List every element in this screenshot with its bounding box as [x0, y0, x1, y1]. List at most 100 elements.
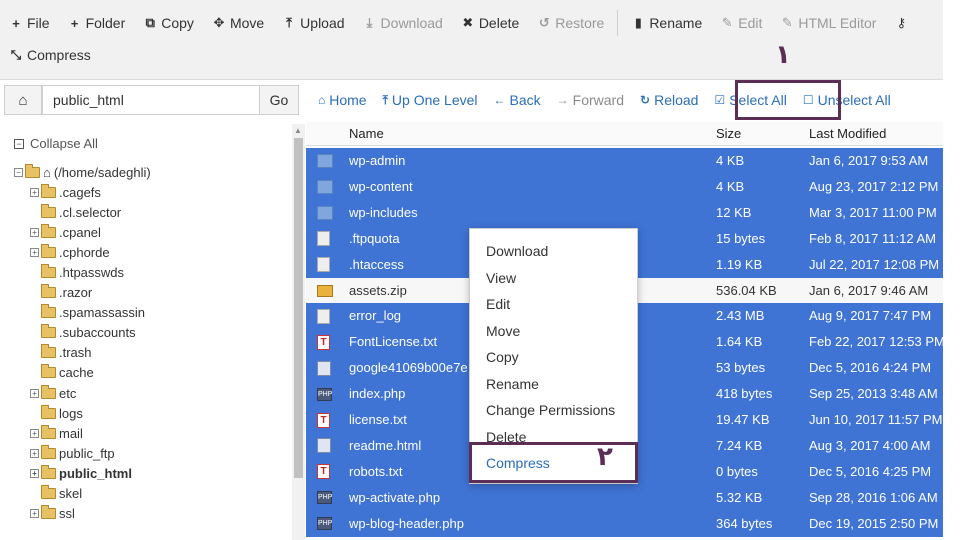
tree-item-etc[interactable]: + etc: [30, 383, 76, 403]
back-link[interactable]: ← Back: [486, 80, 549, 120]
home-directory-button[interactable]: ⌂: [4, 85, 42, 115]
file-button[interactable]: + File: [0, 8, 59, 38]
file-size: 1.64 KB: [716, 334, 763, 350]
file-icon-cell: [317, 303, 337, 329]
file-last-modified: Feb 8, 2017 11:12 AM: [809, 230, 936, 246]
table-row[interactable]: wp-admin 4 KB Jan 6, 2017 9:53 AM: [306, 148, 943, 174]
tree-item-cpanel[interactable]: + .cpanel: [30, 222, 101, 242]
context-menu-move[interactable]: Move: [486, 318, 520, 344]
html-editor-button[interactable]: ✎ HTML Editor: [771, 8, 885, 38]
context-menu-rename[interactable]: Rename: [486, 371, 539, 397]
file-last-modified: Aug 3, 2017 4:00 AM: [809, 437, 931, 453]
table-row[interactable]: wp-content 4 KB Aug 23, 2017 2:12 PM: [306, 173, 943, 200]
file-size: 53 bytes: [716, 360, 766, 376]
search-button[interactable]: ⚷: [885, 8, 921, 38]
php-file-icon: PHP: [317, 491, 332, 505]
context-menu-download[interactable]: Download: [486, 238, 548, 264]
move-button[interactable]: ✥ Move: [203, 8, 273, 38]
tree-item-cl-selector[interactable]: .cl.selector: [30, 202, 121, 222]
tree-item-label: .cagefs: [59, 184, 101, 200]
tree-item-spamassassin[interactable]: .spamassassin: [30, 303, 145, 323]
go-button[interactable]: Go: [259, 85, 299, 115]
folder-icon: [41, 284, 56, 298]
copy-button[interactable]: ⧉ Copy: [134, 8, 203, 38]
restore-button[interactable]: ↺ Restore: [528, 8, 613, 38]
column-header-size[interactable]: Size: [716, 122, 741, 146]
expand-toggle-icon[interactable]: +: [30, 428, 39, 438]
table-row[interactable]: PHP wp-blog-header.php 364 bytes Dec 19, 20…: [306, 510, 943, 537]
scroll-thumb[interactable]: [294, 138, 303, 478]
collapse-toggle-icon[interactable]: −: [14, 167, 23, 177]
folder-icon: [41, 424, 56, 439]
compress-button[interactable]: ⤡ Compress: [0, 40, 100, 70]
rename-button[interactable]: ▮ Rename: [622, 8, 711, 38]
expand-toggle-icon[interactable]: +: [30, 187, 39, 197]
context-menu-edit[interactable]: Edit: [486, 291, 510, 317]
file-last-modified: Dec 5, 2016 4:24 PM: [809, 360, 932, 376]
tree-item-label: .cl.selector: [59, 204, 122, 220]
home-link[interactable]: ⌂ Home: [310, 80, 375, 120]
expand-toggle-icon[interactable]: +: [30, 388, 39, 398]
file-icon-cell: [317, 174, 337, 200]
tree-item-razor[interactable]: .razor: [30, 283, 92, 303]
context-menu-copy[interactable]: Copy: [486, 344, 519, 370]
tree-item-ssl[interactable]: + ssl: [30, 504, 75, 524]
file-last-modified: Mar 3, 2017 11:00 PM: [809, 204, 937, 220]
context-menu-change-permissions[interactable]: Change Permissions: [486, 397, 615, 423]
tree-item-public-ftp[interactable]: + public_ftp: [30, 443, 115, 463]
expand-toggle-icon[interactable]: +: [30, 227, 39, 237]
scroll-up-icon[interactable]: ▲: [294, 126, 302, 135]
table-row[interactable]: wp-includes 12 KB Mar 3, 2017 11:00 PM: [306, 199, 943, 226]
select-all-highlight: [735, 80, 841, 120]
archive-icon: [317, 284, 333, 297]
expand-toggle-icon[interactable]: +: [30, 448, 39, 458]
home-icon: ⌂: [18, 91, 28, 109]
up-arrow-icon: ⤒: [382, 92, 388, 107]
expand-toggle-icon[interactable]: +: [30, 468, 39, 478]
expand-toggle-icon[interactable]: +: [30, 509, 39, 519]
tree-item-cphorde[interactable]: + .cphorde: [30, 242, 110, 262]
nav-link-label: Forward: [572, 92, 625, 108]
tree-item-logs[interactable]: logs: [30, 403, 83, 423]
up-one-level-link[interactable]: ⤒ Up One Level: [375, 80, 486, 120]
upload-button[interactable]: ⤒ Upload: [273, 8, 353, 38]
folder-icon: [41, 384, 56, 399]
tree-item-label: .razor: [59, 285, 93, 300]
path-input[interactable]: [42, 85, 260, 115]
tree-root[interactable]: − ⌂ (/home/sadeghli): [14, 162, 151, 182]
file-icon-cell: PHP: [317, 485, 337, 511]
tree-scrollbar[interactable]: ▲: [292, 124, 305, 540]
text-file-icon: [317, 257, 330, 273]
folder-button[interactable]: + Folder: [59, 8, 135, 38]
upload-icon: ⤒: [286, 15, 293, 30]
delete-button[interactable]: ✖ Delete: [452, 8, 528, 38]
tree-item-public-html[interactable]: + public_html: [30, 463, 132, 483]
folder-icon: [41, 324, 56, 339]
tree-item-cagefs[interactable]: + .cagefs: [30, 182, 101, 202]
tree-item-mail[interactable]: + mail: [30, 423, 83, 443]
plus-icon: +: [70, 15, 79, 31]
tree-item-label: skel: [59, 486, 83, 501]
file-name: wp-blog-header.php: [349, 515, 464, 531]
tree-item-cache[interactable]: cache: [30, 363, 94, 383]
column-header-last-modified[interactable]: Last Modified: [809, 122, 886, 146]
nav-link-label: Reload: [654, 92, 699, 108]
table-row[interactable]: PHP wp-activate.php 5.32 KB Sep 28, 2016 1:…: [306, 484, 943, 511]
text-document-icon: T: [317, 464, 330, 480]
tree-item-htpasswds[interactable]: .htpasswds: [30, 262, 124, 282]
collapse-all-link[interactable]: − Collapse All: [14, 136, 98, 151]
tree-item-subaccounts[interactable]: .subaccounts: [30, 323, 136, 343]
nav-link-label: Back: [509, 92, 541, 108]
copy-icon: ⧉: [145, 15, 155, 30]
tree-item-label: logs: [59, 405, 83, 421]
edit-button[interactable]: ✎ Edit: [711, 8, 771, 38]
expand-toggle-icon[interactable]: +: [30, 247, 39, 257]
column-header-name[interactable]: Name: [349, 122, 384, 146]
context-menu-view[interactable]: View: [486, 265, 516, 291]
download-button[interactable]: ⤓ Download: [354, 8, 452, 38]
folder-icon: [41, 364, 56, 379]
tree-item-skel[interactable]: skel: [30, 484, 82, 504]
reload-link[interactable]: ↻ Reload: [632, 80, 706, 120]
forward-link[interactable]: → Forward: [549, 80, 632, 120]
tree-item-trash[interactable]: .trash: [30, 343, 92, 363]
